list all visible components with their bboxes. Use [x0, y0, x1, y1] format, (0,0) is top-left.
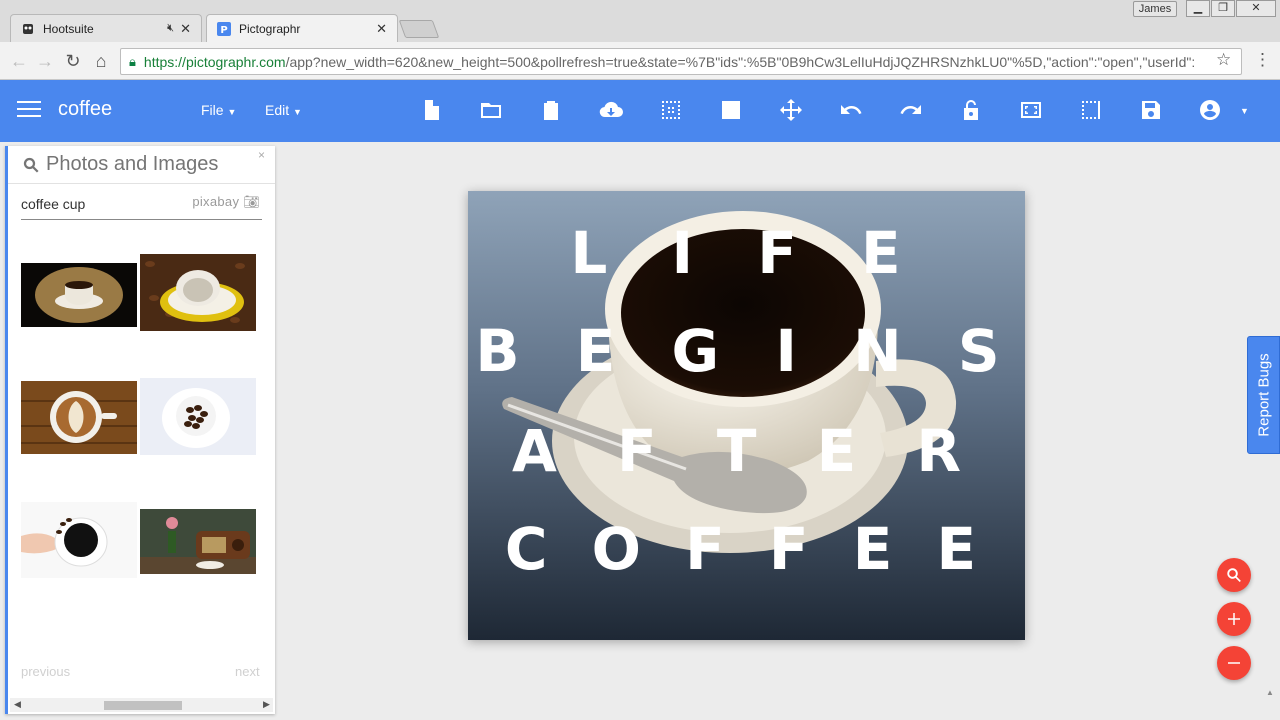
redo-icon[interactable] [895, 94, 927, 126]
tab-hootsuite[interactable]: Hootsuite 🔇︎ ✕ [10, 14, 202, 42]
profile-button[interactable]: James [1133, 1, 1177, 17]
edit-menu[interactable]: Edit ▼ [265, 102, 302, 118]
bookmark-star-icon[interactable]: ☆ [1216, 50, 1231, 70]
result-thumbnail-cup-on-coffee-beans[interactable] [140, 254, 256, 331]
quote-line-1[interactable]: L I F E [468, 219, 1025, 287]
close-window-button[interactable]: ✕ [1236, 0, 1276, 17]
hamburger-menu-icon[interactable] [17, 101, 41, 119]
move-icon[interactable] [775, 94, 807, 126]
close-tab-icon[interactable]: ✕ [180, 21, 191, 37]
address-bar[interactable]: 🔒︎ https://pictographr.com/app?new_width… [120, 48, 1242, 75]
result-thumbnail-vintage-radio-coffee[interactable] [140, 509, 256, 574]
scroll-down-arrow-icon[interactable]: ▲ [1266, 688, 1274, 697]
file-menu[interactable]: File ▼ [201, 102, 236, 118]
save-icon[interactable] [1135, 94, 1167, 126]
photos-panel: Photos and Images × coffee cup pixabay 📷… [5, 146, 275, 714]
edit-menu-label: Edit [265, 102, 290, 118]
url-path: /app?new_width=620&new_height=500&pollre… [285, 53, 1196, 70]
owl-icon [21, 22, 35, 36]
account-icon[interactable] [1194, 94, 1226, 126]
browser-titlebar: Hootsuite 🔇︎ ✕ P Pictographr ✕ James ▁ ❐… [0, 0, 1280, 42]
pixabay-logo-text: pixabay [192, 194, 240, 209]
svg-text:P: P [220, 25, 227, 36]
previous-page-link[interactable]: previous [21, 664, 70, 679]
minimize-button[interactable]: ▁ [1186, 0, 1210, 17]
camera-icon: 📷︎ [243, 194, 260, 209]
result-thumbnail-latte-art-wood[interactable] [21, 381, 137, 454]
pictographr-logo-icon: P [217, 21, 231, 36]
panel-horizontal-scrollbar[interactable]: ◀ ▶ [10, 698, 273, 712]
image-search-input[interactable]: coffee cup pixabay 📷︎ [21, 194, 262, 220]
search-query: coffee cup [21, 196, 86, 212]
fit-screen-icon[interactable] [1015, 94, 1047, 126]
close-icon[interactable]: × [258, 148, 265, 162]
image-icon[interactable] [715, 94, 747, 126]
lock-icon[interactable] [955, 94, 987, 126]
url-host: https://pictographr.com [143, 53, 286, 70]
panel-header: Photos and Images × [8, 146, 275, 184]
document-title[interactable]: coffee [58, 98, 112, 121]
lock-icon: 🔒︎ [129, 53, 136, 69]
account-dropdown-caret-icon[interactable]: ▼ [1240, 106, 1249, 116]
quote-line-3[interactable]: A F T E R [468, 417, 1025, 485]
quote-line-4[interactable]: C O F F E E [468, 515, 1025, 583]
panel-title: Photos and Images [46, 153, 219, 175]
next-page-link[interactable]: next [235, 664, 260, 679]
maximize-button[interactable]: ❐ [1211, 0, 1235, 17]
scroll-right-arrow-icon[interactable]: ▶ [263, 699, 270, 710]
scrollbar-thumb[interactable] [104, 701, 182, 710]
tab-title: Pictographr [239, 21, 301, 36]
dropdown-caret-icon: ▼ [227, 107, 237, 117]
tab-title: Hootsuite [43, 21, 94, 36]
grid-select-icon[interactable] [655, 94, 687, 126]
report-bugs-button[interactable]: Report Bugs [1247, 336, 1280, 454]
muted-icon[interactable]: 🔇︎ [167, 22, 174, 35]
close-tab-icon[interactable]: ✕ [376, 21, 387, 37]
reload-icon[interactable]: ↻ [62, 50, 84, 72]
cloud-download-icon[interactable] [595, 94, 627, 126]
zoom-in-button[interactable] [1217, 602, 1251, 636]
report-bugs-label: Report Bugs [1255, 353, 1272, 437]
scroll-left-arrow-icon[interactable]: ◀ [14, 699, 21, 710]
new-file-icon[interactable] [415, 94, 447, 126]
zoom-out-button[interactable] [1217, 646, 1251, 680]
undo-icon[interactable] [835, 94, 867, 126]
file-menu-label: File [201, 102, 224, 118]
result-thumbnail-cup-of-coffee-beans[interactable] [140, 378, 256, 455]
back-arrow-icon[interactable]: ← [8, 50, 30, 72]
dropdown-caret-icon: ▼ [293, 107, 302, 117]
browser-menu-icon[interactable]: ⋮ [1254, 50, 1271, 70]
new-tab-button[interactable] [398, 20, 440, 38]
browser-toolbar: ← → ↻ ⌂ 🔒︎ https://pictographr.com/app?n… [0, 42, 1280, 80]
design-canvas[interactable]: L I F E B E G I N S A F T E R C O F F E … [468, 191, 1025, 640]
zoom-search-button[interactable] [1217, 558, 1251, 592]
forward-arrow-icon[interactable]: → [34, 50, 56, 72]
result-thumbnail-hand-holding-coffee[interactable] [21, 502, 137, 578]
search-icon [23, 157, 39, 173]
result-thumbnail-espresso-cup-dark[interactable] [21, 263, 137, 327]
plus-icon [1228, 613, 1240, 625]
tab-pictographr[interactable]: P Pictographr ✕ [206, 14, 398, 42]
home-icon[interactable]: ⌂ [90, 50, 112, 72]
app-toolbar: coffee File ▼ Edit ▼ ▼ [0, 80, 1280, 142]
minus-icon [1228, 662, 1240, 664]
quote-line-2[interactable]: B E G I N S [468, 317, 1025, 385]
magnify-icon [1227, 568, 1241, 583]
clipboard-icon[interactable] [535, 94, 567, 126]
open-folder-icon[interactable] [475, 94, 507, 126]
pixabay-logo[interactable]: pixabay 📷︎ [192, 194, 260, 210]
crop-icon[interactable] [1075, 94, 1107, 126]
